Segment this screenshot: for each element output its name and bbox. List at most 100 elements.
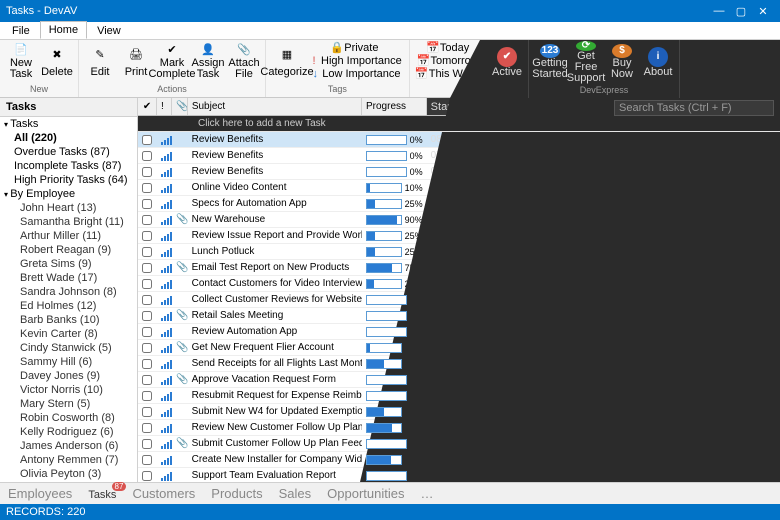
tree-tasks[interactable]: Tasks [0, 117, 137, 131]
table-row[interactable]: Collect Customer Reviews for Website0%05… [138, 292, 780, 308]
nav-sales[interactable]: Sales [279, 486, 312, 501]
tree-employee[interactable]: Brett Wade (17) [0, 271, 137, 285]
buy-now-button[interactable]: $Buy Now [605, 42, 639, 82]
tree-employee[interactable]: Cindy Stanwick (5) [0, 341, 137, 355]
nav-opportunities[interactable]: Opportunities [327, 486, 404, 501]
tree-employee[interactable]: Sandra Johnson (8) [0, 285, 137, 299]
cell-complete-check[interactable] [765, 276, 780, 291]
row-checkbox[interactable] [142, 151, 152, 161]
cell-complete-check[interactable] [765, 420, 780, 435]
cell-complete-check[interactable] [765, 340, 780, 355]
delete-button[interactable]: ✖Delete [40, 42, 74, 82]
cell-complete-check[interactable] [765, 436, 780, 451]
row-checkbox[interactable] [142, 423, 152, 433]
row-checkbox[interactable] [142, 327, 152, 337]
row-checkbox[interactable] [142, 407, 152, 417]
cell-complete-check[interactable] [765, 196, 780, 211]
row-checkbox[interactable] [142, 311, 152, 321]
tree-employee[interactable]: Davey Jones (9) [0, 369, 137, 383]
tree-all[interactable]: All (220) [0, 131, 137, 145]
table-row[interactable]: 📎New Warehouse90%05/29/202006/03/2020Ken… [138, 212, 780, 228]
private-button[interactable]: 🔒Private [306, 42, 405, 55]
row-checkbox[interactable] [142, 471, 152, 481]
mark-complete-button[interactable]: ✔Mark Complete [155, 42, 189, 82]
table-row[interactable]: Contact Customers for Video Interviews20… [138, 276, 780, 292]
col-startdate[interactable]: Start Date ▴ [427, 98, 499, 115]
tree-employee[interactable]: Arthur Miller (11) [0, 229, 137, 243]
col-duedate[interactable]: Due Date ▾ [499, 98, 584, 115]
row-checkbox[interactable] [142, 391, 152, 401]
tree-employee[interactable]: Kelly Rodriguez (6) [0, 425, 137, 439]
grid-body[interactable]: Review Benefits0%08/04/202009/04/2020San… [138, 132, 780, 482]
about-button[interactable]: iAbout [641, 42, 675, 82]
tree-employee[interactable]: Antony Remmen (7) [0, 453, 137, 467]
row-checkbox[interactable] [142, 295, 152, 305]
nav-employees[interactable]: Employees [8, 486, 72, 501]
tree-overdue[interactable]: Overdue Tasks (87) [0, 145, 137, 159]
tree-employee[interactable]: Samantha Bright (11) [0, 215, 137, 229]
tree-highpriority[interactable]: High Priority Tasks (64) [0, 173, 137, 187]
cell-complete-check[interactable] [765, 260, 780, 275]
table-row[interactable]: 📎Email Test Report on New Products75%05/… [138, 260, 780, 276]
search-box[interactable]: Search Tasks (Ctrl + F) [614, 100, 774, 116]
table-row[interactable]: Resubmit Request for Expense Reimburseme… [138, 388, 780, 404]
col-priority[interactable]: ! [157, 98, 172, 115]
table-row[interactable]: Review Benefits0%07/04/202008/04/2020Bar… [138, 148, 780, 164]
tree-employee[interactable]: Mary Stern (5) [0, 397, 137, 411]
table-row[interactable]: 📎Get New Frequent Flier Account10%05/03/… [138, 340, 780, 356]
high-importance-button[interactable]: !High Importance [306, 55, 405, 68]
table-row[interactable]: Create New Installer for Company Wide Ap… [138, 452, 780, 468]
row-checkbox[interactable] [142, 439, 152, 449]
table-row[interactable]: Review Issue Report and Provide Workarou… [138, 228, 780, 244]
table-row[interactable]: Review Automation App0%05/21/202005/28/2… [138, 324, 780, 340]
attach-file-button[interactable]: 📎Attach File [227, 42, 261, 82]
cell-complete-check[interactable] [765, 228, 780, 243]
row-checkbox[interactable] [142, 231, 152, 241]
row-checkbox[interactable] [142, 215, 152, 225]
cell-complete-check[interactable] [765, 468, 780, 482]
table-row[interactable]: Lunch Potluck25%05/19/202005/31/2020Cind… [138, 244, 780, 260]
new-task-button[interactable]: 📄New Task [4, 42, 38, 82]
categorize-button[interactable]: ▦Categorize [270, 42, 304, 82]
cell-complete-check[interactable] [765, 324, 780, 339]
table-row[interactable]: Specs for Automation App25%05/08/202006/… [138, 196, 780, 212]
nav-customers[interactable]: Customers [132, 486, 195, 501]
cell-complete-check[interactable] [765, 292, 780, 307]
cell-complete-check[interactable] [765, 132, 780, 147]
cell-complete-check[interactable] [765, 388, 780, 403]
getting-started-button[interactable]: 123Getting Started [533, 42, 567, 82]
tree-employee[interactable]: Kevin Carter (8) [0, 327, 137, 341]
cell-complete-check[interactable] [765, 180, 780, 195]
cell-complete-check[interactable] [765, 244, 780, 259]
nav-products[interactable]: Products [211, 486, 262, 501]
cell-complete-check[interactable] [765, 308, 780, 323]
today-button[interactable]: 📅Today [414, 42, 484, 55]
row-checkbox[interactable] [142, 375, 152, 385]
col-progress[interactable]: Progress [362, 98, 427, 115]
table-row[interactable]: 📎Retail Sales Meeting0%05/30/202005/30/2… [138, 308, 780, 324]
row-checkbox[interactable] [142, 359, 152, 369]
assign-task-button[interactable]: 👤Assign Task [191, 42, 225, 82]
cell-complete-check[interactable] [765, 212, 780, 227]
col-check[interactable]: ✔ [138, 98, 157, 115]
row-checkbox[interactable] [142, 247, 152, 257]
tree-employee[interactable]: Victor Norris (10) [0, 383, 137, 397]
row-checkbox[interactable] [142, 343, 152, 353]
row-checkbox[interactable] [142, 279, 152, 289]
menu-home[interactable]: Home [40, 21, 87, 39]
row-checkbox[interactable] [142, 167, 152, 177]
get-support-button[interactable]: ⟳Get Free Support [569, 42, 603, 82]
row-checkbox[interactable] [142, 455, 152, 465]
active-button[interactable]: ✔Active [490, 42, 524, 82]
table-row[interactable]: Submit New W4 for Updated Exemptions50%0… [138, 404, 780, 420]
minimize-button[interactable]: — [708, 5, 730, 17]
table-row[interactable]: Support Team Evaluation Report0%05/01/20… [138, 468, 780, 482]
cell-complete-check[interactable] [765, 404, 780, 419]
row-checkbox[interactable] [142, 183, 152, 193]
col-attachment[interactable]: 📎 [172, 98, 187, 115]
tree-employee[interactable]: Sammy Hill (6) [0, 355, 137, 369]
row-checkbox[interactable] [142, 199, 152, 209]
tree-employee[interactable]: Robert Reagan (9) [0, 243, 137, 257]
row-checkbox[interactable] [142, 135, 152, 145]
maximize-button[interactable]: ▢ [730, 5, 752, 18]
